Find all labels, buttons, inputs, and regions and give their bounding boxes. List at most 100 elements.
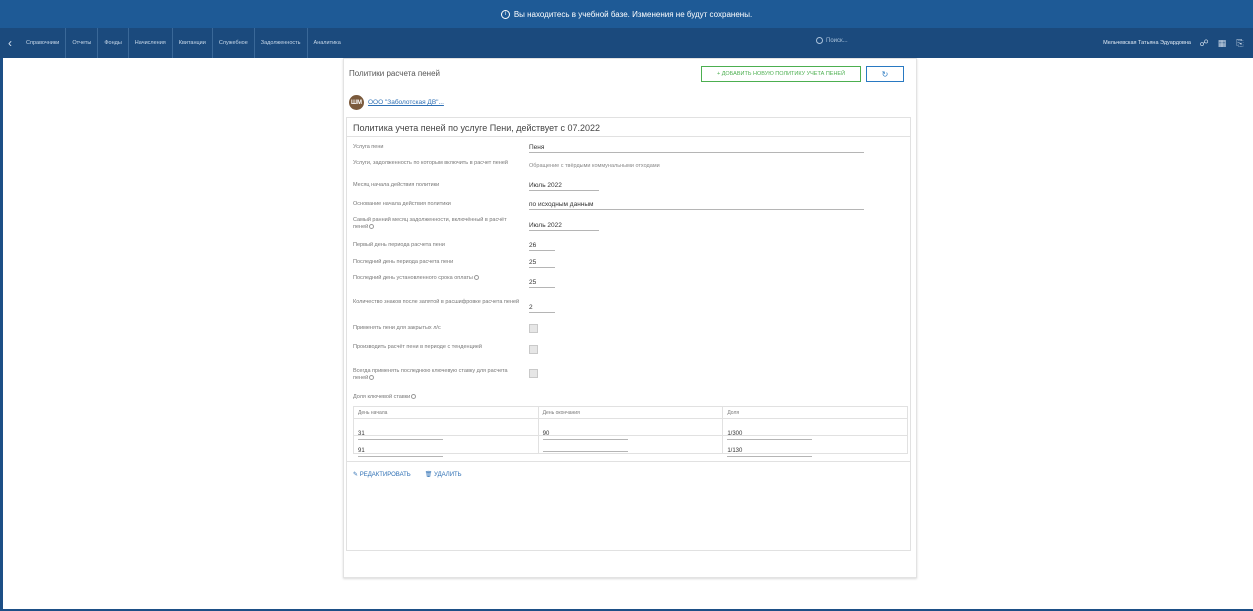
field-label: Месяц начала действия политики — [353, 182, 440, 188]
back-chevron-icon[interactable]: ‹ — [0, 36, 20, 50]
user-name[interactable]: Мельчевская Татьяна Эдуардовна — [1103, 40, 1191, 46]
field-value[interactable]: 2 — [529, 304, 555, 313]
help-icon[interactable] — [411, 394, 417, 400]
field-value[interactable]: 25 — [529, 259, 555, 268]
column-header: День начала — [354, 407, 539, 418]
field-row: Последний день установленного срока опла… — [353, 275, 908, 291]
top-bar: i Вы находитесь в учебной базе. Изменени… — [0, 0, 1253, 58]
field-row: Услуга пени Пеня — [353, 144, 908, 154]
share-input[interactable]: 1/130 — [727, 448, 813, 457]
table-cell — [539, 436, 724, 453]
building-icon[interactable]: ▦ — [1217, 38, 1227, 48]
search-placeholder: Поиск... — [826, 37, 848, 44]
field-label-text: Самый ранний месяц задолженности, включё… — [353, 217, 507, 230]
field-label: Количество знаков после запятой в расшиф… — [353, 299, 520, 305]
field-value[interactable]: 25 — [529, 279, 555, 288]
nav-item-receipts[interactable]: Квитанции — [173, 28, 213, 58]
users-icon[interactable]: ☍ — [1199, 38, 1209, 48]
refresh-icon: ↻ — [881, 69, 889, 79]
nav-item-analytics[interactable]: Аналитика — [308, 28, 347, 58]
field-row: Основание начала действия политики по ис… — [353, 201, 908, 211]
field-value[interactable]: по исходным данным — [529, 201, 864, 210]
field-label: Последний день установленного срока опла… — [353, 275, 523, 282]
help-icon[interactable] — [473, 275, 479, 281]
field-row: Количество знаков после запятой в расшиф… — [353, 299, 908, 315]
field-label: Последний день периода расчета пени — [353, 259, 454, 265]
table-row: 31 90 1/300 — [354, 419, 907, 440]
field-row: Услуги, задолженность по которым включит… — [353, 160, 908, 174]
table-header: День начала День окончания Доля — [354, 407, 907, 419]
info-icon: i — [500, 9, 510, 19]
main-card: Политики расчета пеней + ДОБАВИТЬ НОВУЮ … — [343, 58, 917, 578]
field-value: Обращение с твёрдыми коммунальными отход… — [529, 163, 660, 169]
nav-item-accruals[interactable]: Начисления — [129, 28, 173, 58]
field-row: Месяц начала действия политики Июль 2022 — [353, 182, 908, 192]
field-label: Первый день периода расчета пени — [353, 242, 445, 248]
field-row: Доля ключевой ставки — [353, 394, 908, 404]
field-row: Самый ранний месяц задолженности, включё… — [353, 217, 908, 233]
left-border — [0, 58, 3, 611]
table-cell: 1/130 — [723, 436, 907, 457]
table-row: 91 1/130 — [354, 436, 907, 457]
rates-table: День начала День окончания Доля 31 90 1/… — [353, 406, 908, 457]
refresh-button[interactable]: ↻ — [866, 66, 904, 82]
field-row: Производить расчёт пени в периоде с тенд… — [353, 344, 908, 360]
column-header: Доля — [727, 410, 740, 416]
add-policy-button[interactable]: + ДОБАВИТЬ НОВУЮ ПОЛИТИКУ УЧЕТА ПЕНЕЙ — [701, 66, 861, 82]
last-key-rate-checkbox[interactable] — [529, 369, 538, 378]
delete-label: УДАЛИТЬ — [434, 472, 462, 478]
table-cell: 1/300 — [723, 419, 907, 440]
edit-button[interactable]: ✎ РЕДАКТИРОВАТЬ — [353, 471, 411, 478]
field-label: Всегда применять последнюю ключевую став… — [353, 368, 523, 382]
field-row: Применять пени для закрытых л/с — [353, 324, 908, 337]
nav-item-service[interactable]: Служебное — [213, 28, 255, 58]
delete-button[interactable]: 🗑 УДАЛИТЬ — [425, 471, 462, 478]
logout-icon[interactable]: ⎘ — [1235, 38, 1245, 48]
field-row: Первый день периода расчета пени 26 — [353, 242, 908, 252]
field-row: Всегда применять последнюю ключевую став… — [353, 368, 908, 384]
start-day-input[interactable]: 91 — [358, 448, 443, 457]
field-value[interactable]: 26 — [529, 242, 555, 251]
nav-item-references[interactable]: Справочники — [20, 28, 67, 58]
field-value[interactable]: Пеня — [529, 144, 864, 153]
edit-label: РЕДАКТИРОВАТЬ — [359, 472, 411, 478]
table-cell: 91 — [354, 436, 539, 457]
policy-actions: ✎ РЕДАКТИРОВАТЬ 🗑 УДАЛИТЬ — [353, 471, 462, 478]
organization: ШМ ООО "Заболотская ДВ"... — [349, 95, 444, 110]
table-cell: 31 — [354, 419, 539, 440]
end-day-input[interactable] — [542, 443, 628, 452]
help-icon[interactable] — [369, 375, 375, 381]
field-row: Последний день периода расчета пени 25 — [353, 259, 908, 269]
organization-link[interactable]: ООО "Заболотская ДВ"... — [368, 99, 444, 106]
main-navbar: ‹ Справочники Отчеты Фонды Начисления Кв… — [0, 28, 1253, 58]
nav-item-reports[interactable]: Отчеты — [66, 28, 99, 58]
field-label: Услуга пени — [353, 144, 384, 150]
avatar: ШМ — [349, 95, 364, 110]
rates-label: Доля ключевой ставки — [353, 394, 411, 400]
search-box[interactable]: Поиск... — [816, 37, 848, 44]
page-title: Политики расчета пеней — [349, 69, 441, 78]
field-label: Самый ранний месяц задолженности, включё… — [353, 217, 523, 231]
trash-icon: 🗑 — [424, 472, 435, 478]
banner-text: Вы находитесь в учебной базе. Изменения … — [513, 9, 753, 19]
help-icon[interactable] — [369, 224, 375, 230]
policy-title: Политика учета пеней по услуге Пени, дей… — [353, 123, 600, 133]
tendency-checkbox[interactable] — [529, 345, 538, 354]
closed-accounts-checkbox[interactable] — [529, 324, 538, 333]
user-area: Мельчевская Татьяна Эдуардовна ☍ ▦ ⎘ — [1103, 28, 1245, 58]
field-label: Основание начала действия политики — [353, 201, 451, 207]
field-label: Производить расчёт пени в периоде с тенд… — [353, 344, 482, 350]
training-banner: i Вы находитесь в учебной базе. Изменени… — [0, 0, 1253, 28]
nav-item-debt[interactable]: Задолженность — [255, 28, 308, 58]
pencil-icon: ✎ — [353, 472, 360, 478]
field-label: Услуги, задолженность по которым включит… — [353, 160, 508, 166]
policy-panel: Политика учета пеней по услуге Пени, дей… — [346, 117, 911, 551]
field-label-text: Последний день установленного срока опла… — [353, 275, 473, 281]
field-value[interactable]: Июль 2022 — [529, 222, 599, 231]
field-value[interactable]: Июль 2022 — [529, 182, 599, 191]
field-label: Доля ключевой ставки — [353, 394, 523, 401]
search-icon — [816, 37, 823, 44]
nav-item-funds[interactable]: Фонды — [98, 28, 129, 58]
divider — [347, 461, 910, 462]
nav-menu: Справочники Отчеты Фонды Начисления Квит… — [20, 28, 347, 58]
